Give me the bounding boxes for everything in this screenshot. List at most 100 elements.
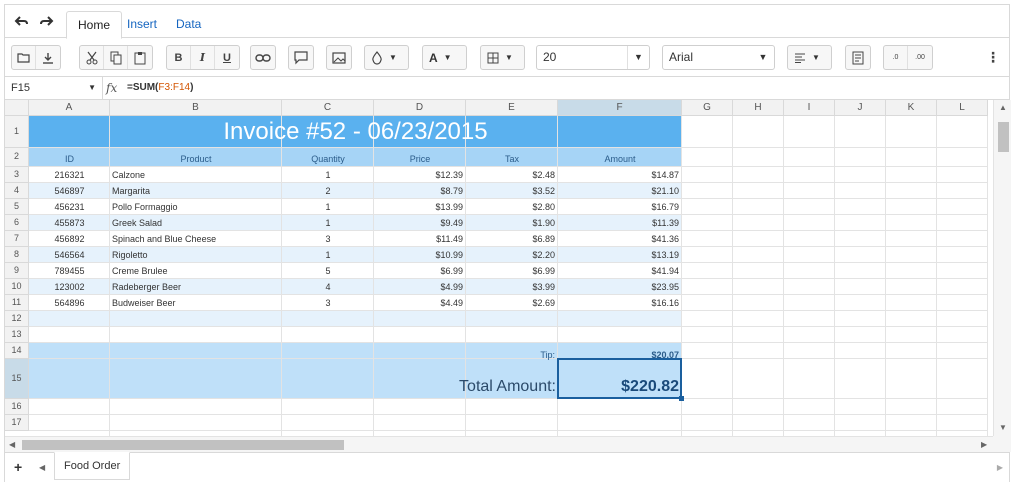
table-header-cell[interactable]: Product bbox=[110, 151, 282, 167]
table-cell-amount[interactable]: $21.10 bbox=[558, 183, 682, 199]
table-header-cell[interactable]: Price bbox=[374, 151, 466, 167]
table-header-cell[interactable]: Amount bbox=[558, 151, 682, 167]
row-header-4[interactable]: 4 bbox=[5, 183, 29, 199]
table-cell-amount[interactable]: $13.19 bbox=[558, 247, 682, 263]
font-family-select[interactable]: Arial ▼ bbox=[662, 45, 775, 70]
row-header-12[interactable]: 12 bbox=[5, 311, 29, 327]
table-cell-amount[interactable]: $16.16 bbox=[558, 295, 682, 311]
fill-color-dropdown[interactable]: ▼ bbox=[364, 45, 409, 70]
next-sheet-icon[interactable]: ▶ bbox=[997, 463, 1003, 472]
row-header-6[interactable]: 6 bbox=[5, 215, 29, 231]
table-cell-product[interactable]: Rigoletto bbox=[110, 247, 282, 263]
table-cell-qty[interactable]: 2 bbox=[282, 183, 374, 199]
more-options-icon[interactable]: ⋮ bbox=[986, 50, 1000, 64]
row-header-17[interactable]: 17 bbox=[5, 415, 29, 431]
increase-decimal-icon[interactable]: .0 bbox=[884, 46, 908, 69]
column-header-h[interactable]: H bbox=[733, 100, 784, 116]
table-cell-tax[interactable]: $1.90 bbox=[466, 215, 558, 231]
table-cell-amount[interactable]: $16.79 bbox=[558, 199, 682, 215]
vertical-scroll-thumb[interactable] bbox=[998, 122, 1009, 152]
copy-icon[interactable] bbox=[104, 46, 128, 69]
table-cell-product[interactable]: Calzone bbox=[110, 167, 282, 183]
borders-dropdown[interactable]: ▼ bbox=[480, 45, 525, 70]
table-cell-amount[interactable]: $41.36 bbox=[558, 231, 682, 247]
row-header-8[interactable]: 8 bbox=[5, 247, 29, 263]
table-cell-id[interactable]: 546897 bbox=[29, 183, 110, 199]
comment-icon[interactable] bbox=[289, 46, 313, 69]
scroll-up-icon[interactable]: ▲ bbox=[999, 103, 1007, 112]
invoice-title[interactable]: Invoice #52 - 06/23/2015 bbox=[29, 116, 682, 148]
table-cell-product[interactable]: Pollo Formaggio bbox=[110, 199, 282, 215]
table-cell-amount[interactable]: $14.87 bbox=[558, 167, 682, 183]
table-cell-id[interactable]: 456231 bbox=[29, 199, 110, 215]
text-color-dropdown[interactable]: A ▼ bbox=[422, 45, 467, 70]
table-cell-amount[interactable]: $11.39 bbox=[558, 215, 682, 231]
row-header-14[interactable]: 14 bbox=[5, 343, 29, 359]
column-header-b[interactable]: B bbox=[110, 100, 282, 116]
table-cell-qty[interactable]: 3 bbox=[282, 295, 374, 311]
row-header-11[interactable]: 11 bbox=[5, 295, 29, 311]
row-header-3[interactable]: 3 bbox=[5, 167, 29, 183]
table-cell-price[interactable]: $4.49 bbox=[374, 295, 466, 311]
column-header-e[interactable]: E bbox=[466, 100, 558, 116]
download-icon[interactable] bbox=[36, 46, 60, 69]
formula-input[interactable]: =SUM(F3:F14) bbox=[127, 77, 193, 99]
column-header-i[interactable]: I bbox=[784, 100, 835, 116]
table-header-cell[interactable]: Quantity bbox=[282, 151, 374, 167]
row-header-10[interactable]: 10 bbox=[5, 279, 29, 295]
table-cell-qty[interactable]: 1 bbox=[282, 247, 374, 263]
row-header-7[interactable]: 7 bbox=[5, 231, 29, 247]
cut-icon[interactable] bbox=[80, 46, 104, 69]
table-cell-qty[interactable]: 4 bbox=[282, 279, 374, 295]
row-header-5[interactable]: 5 bbox=[5, 199, 29, 215]
column-header-k[interactable]: K bbox=[886, 100, 937, 116]
table-header-cell[interactable]: Tax bbox=[466, 151, 558, 167]
table-cell-product[interactable]: Budweiser Beer bbox=[110, 295, 282, 311]
table-cell-amount[interactable]: $41.94 bbox=[558, 263, 682, 279]
add-sheet-icon[interactable]: + bbox=[14, 459, 22, 475]
bold-icon[interactable]: B bbox=[167, 46, 191, 69]
row-header-13[interactable]: 13 bbox=[5, 327, 29, 343]
table-cell-product[interactable]: Greek Salad bbox=[110, 215, 282, 231]
row-header-9[interactable]: 9 bbox=[5, 263, 29, 279]
wrap-text-icon[interactable] bbox=[846, 46, 870, 69]
table-cell-id[interactable]: 456892 bbox=[29, 231, 110, 247]
scroll-down-icon[interactable]: ▼ bbox=[999, 423, 1007, 432]
table-cell-tax[interactable]: $2.20 bbox=[466, 247, 558, 263]
fill-handle[interactable] bbox=[679, 396, 684, 401]
column-header-a[interactable]: A bbox=[29, 100, 110, 116]
table-cell-tax[interactable]: $2.69 bbox=[466, 295, 558, 311]
redo-icon[interactable] bbox=[37, 13, 57, 31]
horizontal-scrollbar[interactable]: ◀ ▶ bbox=[5, 436, 993, 452]
table-header-cell[interactable]: ID bbox=[29, 151, 110, 167]
table-cell-qty[interactable]: 5 bbox=[282, 263, 374, 279]
total-amount-label[interactable]: Total Amount: bbox=[282, 359, 558, 399]
scroll-left-icon[interactable]: ◀ bbox=[9, 440, 15, 449]
table-cell-price[interactable]: $8.79 bbox=[374, 183, 466, 199]
table-cell-price[interactable]: $6.99 bbox=[374, 263, 466, 279]
table-cell-tax[interactable]: $2.80 bbox=[466, 199, 558, 215]
table-cell-id[interactable]: 564896 bbox=[29, 295, 110, 311]
sheet-grid[interactable]: A B C D E F G H I J K L 1 2 3 4 5 6 7 8 9 10 11 12 13 14 15 16 17 Inv… bbox=[5, 100, 993, 436]
table-cell-qty[interactable]: 1 bbox=[282, 167, 374, 183]
vertical-scrollbar[interactable]: ▲ ▼ bbox=[993, 100, 1011, 436]
table-cell-price[interactable]: $13.99 bbox=[374, 199, 466, 215]
row-header-16[interactable]: 16 bbox=[5, 399, 29, 415]
image-icon[interactable] bbox=[327, 46, 351, 69]
table-cell-tax[interactable]: $6.89 bbox=[466, 231, 558, 247]
tab-insert[interactable]: Insert bbox=[116, 11, 168, 39]
row-header-2[interactable]: 2 bbox=[5, 148, 29, 167]
table-cell-tax[interactable]: $2.48 bbox=[466, 167, 558, 183]
open-icon[interactable] bbox=[12, 46, 36, 69]
table-cell-qty[interactable]: 3 bbox=[282, 231, 374, 247]
table-cell-price[interactable]: $9.49 bbox=[374, 215, 466, 231]
table-cell-qty[interactable]: 1 bbox=[282, 199, 374, 215]
column-header-g[interactable]: G bbox=[682, 100, 733, 116]
name-box[interactable]: F15 ▼ bbox=[5, 77, 103, 99]
table-cell-product[interactable]: Creme Brulee bbox=[110, 263, 282, 279]
column-header-d[interactable]: D bbox=[374, 100, 466, 116]
table-cell-price[interactable]: $12.39 bbox=[374, 167, 466, 183]
column-header-c[interactable]: C bbox=[282, 100, 374, 116]
link-icon[interactable] bbox=[251, 46, 275, 69]
column-header-l[interactable]: L bbox=[937, 100, 988, 116]
